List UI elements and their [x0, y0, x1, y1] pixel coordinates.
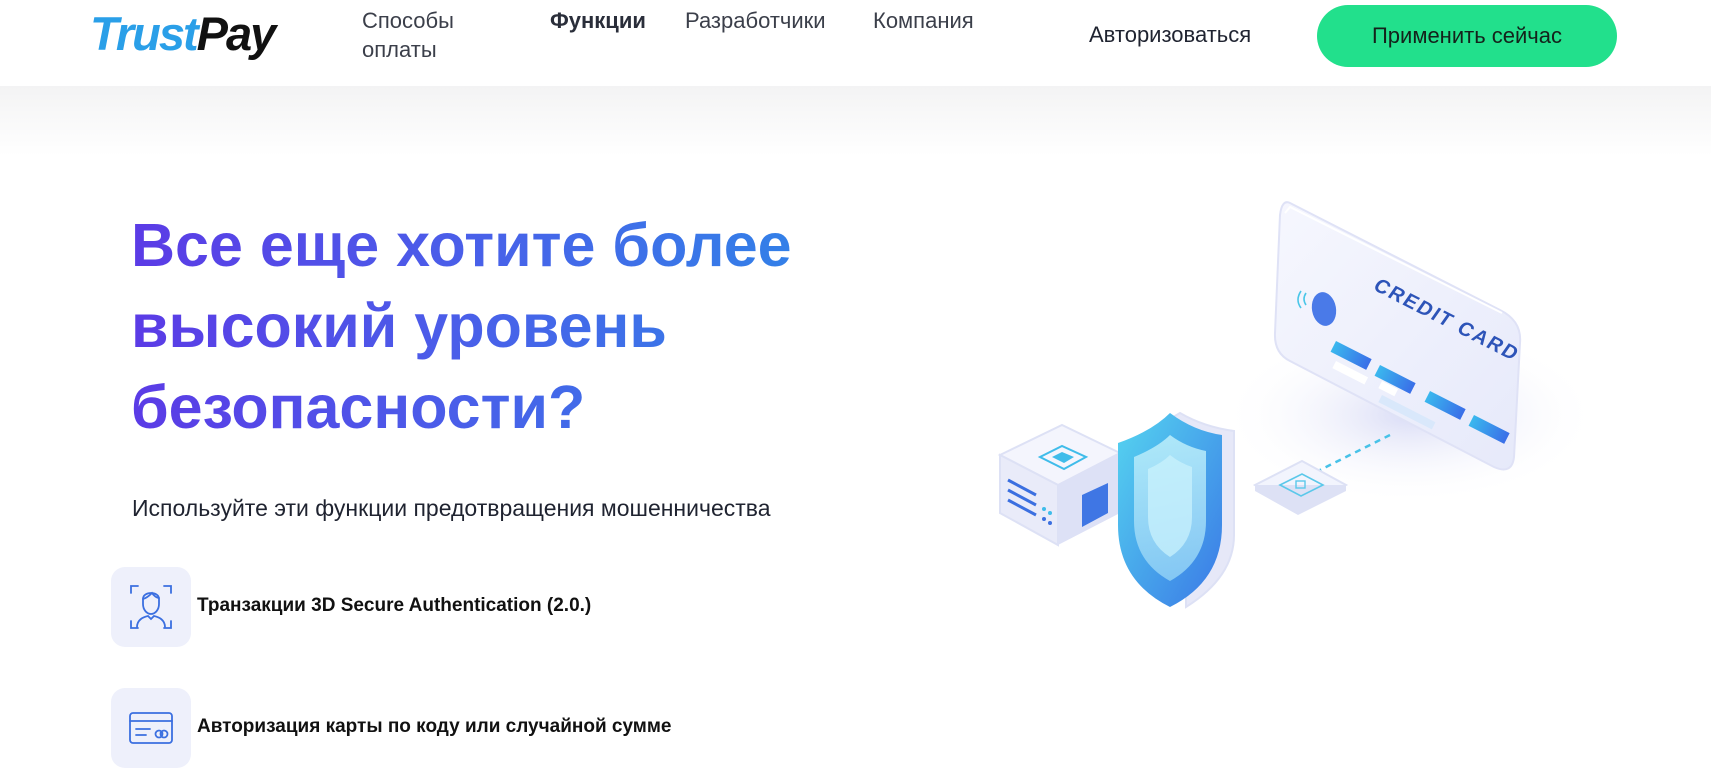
nav-developers[interactable]: Разработчики — [685, 6, 826, 35]
nav-payment-methods-line2: оплаты — [362, 37, 437, 62]
server-graphic — [997, 423, 1123, 547]
shield-graphic — [1118, 411, 1235, 609]
security-illustration: CREDIT CARD — [997, 201, 1600, 609]
trustpay-logo[interactable]: TrustPay — [90, 4, 277, 64]
login-link[interactable]: Авторизоваться — [1089, 20, 1251, 49]
nav-features[interactable]: Функции — [550, 6, 646, 35]
nav-payment-methods-line1: Способы — [362, 8, 454, 33]
hero-headline: Все еще хотите более высокий уровень без… — [131, 205, 851, 448]
nav-company[interactable]: Компания — [873, 6, 974, 35]
logo-part-pay: Pay — [196, 7, 277, 60]
site-header: TrustPay Способы оплаты Функции Разработ… — [0, 0, 1711, 86]
face-scan-icon — [111, 567, 191, 647]
hero-subtitle: Используйте эти функции предотвращения м… — [132, 495, 771, 521]
feature-3ds-label: Транзакции 3D Secure Authentication (2.0… — [197, 595, 592, 616]
feature-3ds: Транзакции 3D Secure Authentication (2.0… — [111, 567, 811, 647]
headline-line-2: высокий уровень — [131, 292, 667, 360]
apply-now-button[interactable]: Применить сейчас — [1317, 5, 1617, 67]
nav-payment-methods[interactable]: Способы оплаты — [362, 6, 454, 64]
feature-card-auth-label: Авторизация карты по коду или случайной … — [197, 716, 672, 737]
headline-line-3: безопасности? — [131, 373, 586, 441]
card-icon — [111, 688, 191, 768]
logo-part-trust: Trust — [90, 7, 199, 60]
feature-card-auth: Авторизация карты по коду или случайной … — [111, 688, 811, 768]
headline-line-1: Все еще хотите более — [131, 211, 792, 279]
